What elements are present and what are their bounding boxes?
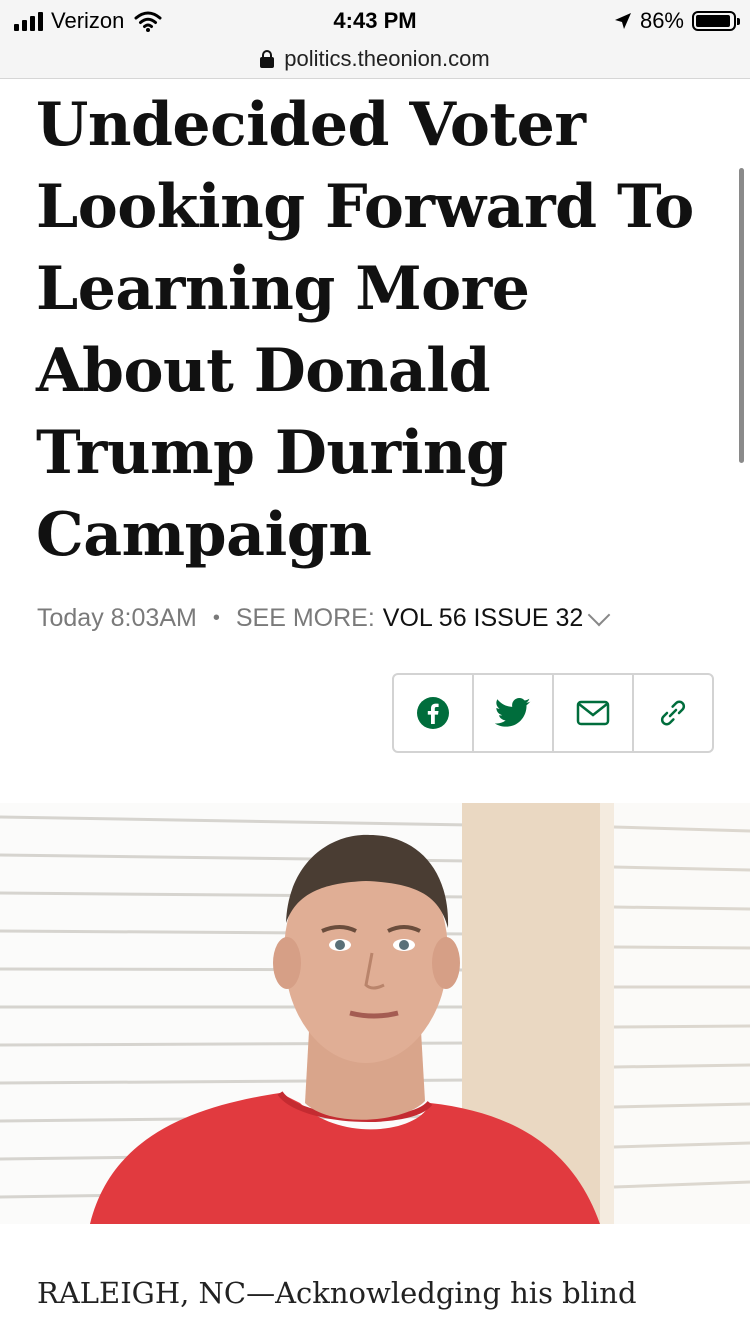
url-text: politics.theonion.com (284, 46, 490, 71)
battery-percent: 86% (639, 8, 684, 33)
article-meta: Today 8:03AM • SEE MORE: VOL 56 ISSUE 32 (37, 603, 611, 633)
separator-dot: • (212, 607, 220, 629)
email-icon (576, 700, 610, 726)
link-icon (660, 700, 686, 726)
copy-link-button[interactable] (634, 675, 712, 751)
facebook-share-button[interactable] (394, 675, 474, 751)
battery-icon (692, 11, 740, 31)
twitter-icon (495, 698, 531, 727)
facebook-icon (417, 697, 449, 729)
article-timestamp: Today 8:03AM (37, 604, 197, 632)
email-share-button[interactable] (554, 675, 634, 751)
see-more-label: SEE MORE: (235, 604, 375, 632)
article-photo (0, 803, 750, 1224)
address-bar[interactable]: politics.theonion.com (0, 40, 750, 79)
issue-link[interactable]: VOL 56 ISSUE 32 (383, 604, 584, 633)
share-toolbar (392, 673, 714, 753)
scrollbar[interactable] (739, 168, 744, 463)
location-arrow-icon (614, 13, 631, 29)
chevron-down-icon[interactable] (588, 603, 611, 626)
status-bar: Verizon 4:43 PM 86% (0, 0, 750, 40)
article-lede: RALEIGH, NC—Acknowledging his blind (37, 1276, 637, 1310)
lock-icon (260, 50, 275, 68)
article-headline: Undecided Voter Looking Forward To Learn… (36, 90, 694, 570)
twitter-share-button[interactable] (474, 675, 554, 751)
